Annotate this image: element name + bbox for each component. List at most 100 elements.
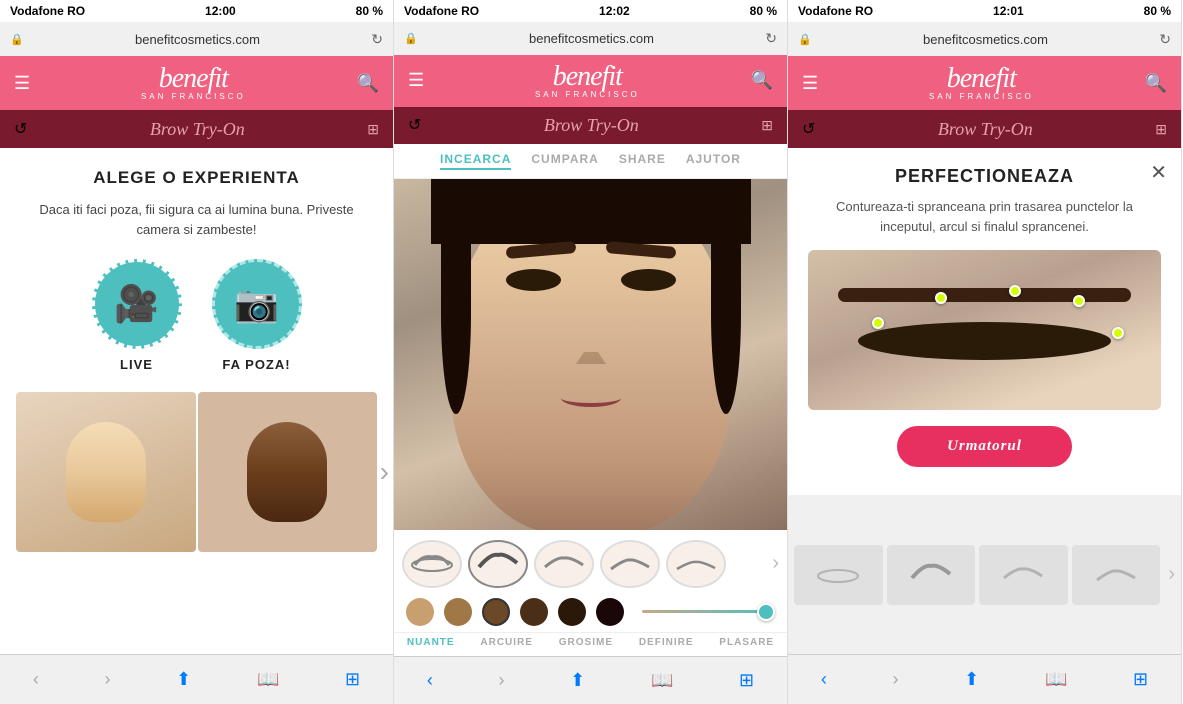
benefit-logo-3: benefit SAN FRANCISCO <box>818 65 1144 101</box>
bottom-tabs: NUANTE ARCUIRE GROSIME DEFINIRE PLASARE <box>394 632 787 656</box>
brow-style-5[interactable] <box>666 540 726 588</box>
brow-grid-svg-2 <box>906 555 956 595</box>
face-sample-1[interactable] <box>16 392 196 552</box>
browser-bar-3: 🔒 benefitcosmetics.com ↻ <box>788 22 1181 56</box>
color-2[interactable] <box>444 598 472 626</box>
calibration-dot-1[interactable] <box>872 317 884 329</box>
mouth <box>561 389 621 407</box>
color-4[interactable] <box>520 598 548 626</box>
brow-style-1[interactable] <box>402 540 462 588</box>
video-icon: 🎥 <box>114 283 159 325</box>
brow-style-5-svg <box>671 545 721 583</box>
hamburger-icon-3[interactable]: ☰ <box>802 73 818 94</box>
calibration-dot-4[interactable] <box>1073 295 1085 307</box>
brow-style-3[interactable] <box>534 540 594 588</box>
tab-cumpara[interactable]: CUMPARA <box>531 152 598 170</box>
app-header-2: ☰ benefit SAN FRANCISCO 🔍 <box>394 55 787 107</box>
color-6[interactable] <box>596 598 624 626</box>
tabs-button-1[interactable]: ⊞ <box>345 669 360 690</box>
btab-definire[interactable]: DEFINIRE <box>639 637 694 648</box>
hair-right <box>711 214 741 414</box>
brow-style-2[interactable] <box>468 540 528 588</box>
refresh-icon-1[interactable]: ↻ <box>371 31 383 48</box>
brow-style-4[interactable] <box>600 540 660 588</box>
url-1[interactable]: benefitcosmetics.com <box>32 32 364 47</box>
tabs-button-2[interactable]: ⊞ <box>739 670 754 691</box>
browser-bar-1: 🔒 benefitcosmetics.com ↻ <box>0 22 393 56</box>
btab-grosime[interactable]: GROSIME <box>559 637 613 648</box>
app-header-3: ☰ benefit SAN FRANCISCO 🔍 <box>788 56 1181 110</box>
time-2: 12:02 <box>599 4 630 18</box>
eye-right <box>621 269 676 291</box>
intensity-slider[interactable] <box>642 610 775 613</box>
close-button[interactable]: ✕ <box>1150 160 1167 185</box>
live-button[interactable]: 🎥 <box>92 259 182 349</box>
share-button-1[interactable]: ⬆ <box>176 669 191 690</box>
share-button-2[interactable]: ⬆ <box>570 670 585 691</box>
benefit-logo-1: benefit SAN FRANCISCO <box>30 65 356 101</box>
hamburger-icon-2[interactable]: ☰ <box>408 70 424 91</box>
color-5[interactable] <box>558 598 586 626</box>
color-3[interactable] <box>482 598 510 626</box>
search-icon-2[interactable]: 🔍 <box>751 70 773 91</box>
tab-ajutor[interactable]: AJUTOR <box>686 152 741 170</box>
eye-detail-inner <box>808 250 1161 410</box>
next-button[interactable]: Urmatorul <box>897 426 1072 467</box>
brow-grid-item-2[interactable] <box>887 545 976 605</box>
hamburger-icon-1[interactable]: ☰ <box>14 73 30 94</box>
btab-arcuire[interactable]: ARCUIRE <box>480 637 533 648</box>
refresh-icon-2[interactable]: ↻ <box>765 30 777 47</box>
bookmarks-button-3[interactable]: 📖 <box>1045 669 1067 690</box>
color-1[interactable] <box>406 598 434 626</box>
battery-1: 80 % <box>356 4 383 18</box>
brow-icons-3: ⊞ <box>1155 121 1167 138</box>
brow-chevron-icon[interactable]: › <box>772 552 779 575</box>
brow-icons-1: ⊞ <box>367 121 379 138</box>
brow-grid-icon-2[interactable]: ⊞ <box>761 117 773 134</box>
calibration-dot-5[interactable] <box>1112 327 1124 339</box>
back-button-2[interactable]: ‹ <box>427 670 433 691</box>
brow-refresh-icon-3[interactable]: ↺ <box>802 119 815 139</box>
refresh-icon-3[interactable]: ↻ <box>1159 31 1171 48</box>
brow-grid-icon-3[interactable]: ⊞ <box>1155 121 1167 138</box>
forward-button-1[interactable]: › <box>105 669 111 690</box>
calibration-dot-2[interactable] <box>935 292 947 304</box>
search-icon-1[interactable]: 🔍 <box>357 73 379 94</box>
url-3[interactable]: benefitcosmetics.com <box>820 32 1152 47</box>
face-placeholder-1 <box>66 422 146 522</box>
bookmarks-button-2[interactable]: 📖 <box>651 670 673 691</box>
modal-title: PERFECTIONEAZA <box>808 166 1161 187</box>
forward-button-2[interactable]: › <box>499 670 505 691</box>
share-button-3[interactable]: ⬆ <box>964 669 979 690</box>
back-button-1[interactable]: ‹ <box>33 669 39 690</box>
btab-nuante[interactable]: NUANTE <box>407 637 455 648</box>
btab-plasare[interactable]: PLASARE <box>719 637 774 648</box>
brow-grid-item-4[interactable] <box>1072 545 1161 605</box>
photo-button[interactable]: 📷 <box>212 259 302 349</box>
panel1-subtitle: Daca iti faci poza, fii sigura ca ai lum… <box>16 200 377 239</box>
forward-button-3[interactable]: › <box>893 669 899 690</box>
chevron-right-icon-1[interactable]: › <box>380 456 389 488</box>
url-2[interactable]: benefitcosmetics.com <box>426 31 758 46</box>
brow-grid-item-1[interactable] <box>794 545 883 605</box>
face-sample-2[interactable] <box>198 392 378 552</box>
tab-share[interactable]: SHARE <box>619 152 666 170</box>
brow-refresh-icon-1[interactable]: ↺ <box>14 119 27 139</box>
tabs-button-3[interactable]: ⊞ <box>1133 669 1148 690</box>
brow-grid-icon-1[interactable]: ⊞ <box>367 121 379 138</box>
photo-label: FA POZA! <box>222 357 290 372</box>
status-bar-1: Vodafone RO 12:00 80 % <box>0 0 393 22</box>
brow-style-4-svg <box>605 545 655 583</box>
bookmarks-button-1[interactable]: 📖 <box>257 669 279 690</box>
search-icon-3[interactable]: 🔍 <box>1145 73 1167 94</box>
slider-thumb[interactable] <box>757 603 775 621</box>
brow-grid-item-3[interactable] <box>979 545 1068 605</box>
brow-grid: › <box>788 495 1181 654</box>
brow-refresh-icon-2[interactable]: ↺ <box>408 115 421 135</box>
back-button-3[interactable]: ‹ <box>821 669 827 690</box>
tab-incearca[interactable]: INCEARCA <box>440 152 511 170</box>
battery-2: 80 % <box>750 4 777 18</box>
brow-grid-chevron-icon[interactable]: › <box>1168 563 1175 586</box>
time-1: 12:00 <box>205 4 236 18</box>
brow-title-2: Brow Try-On <box>544 115 639 136</box>
